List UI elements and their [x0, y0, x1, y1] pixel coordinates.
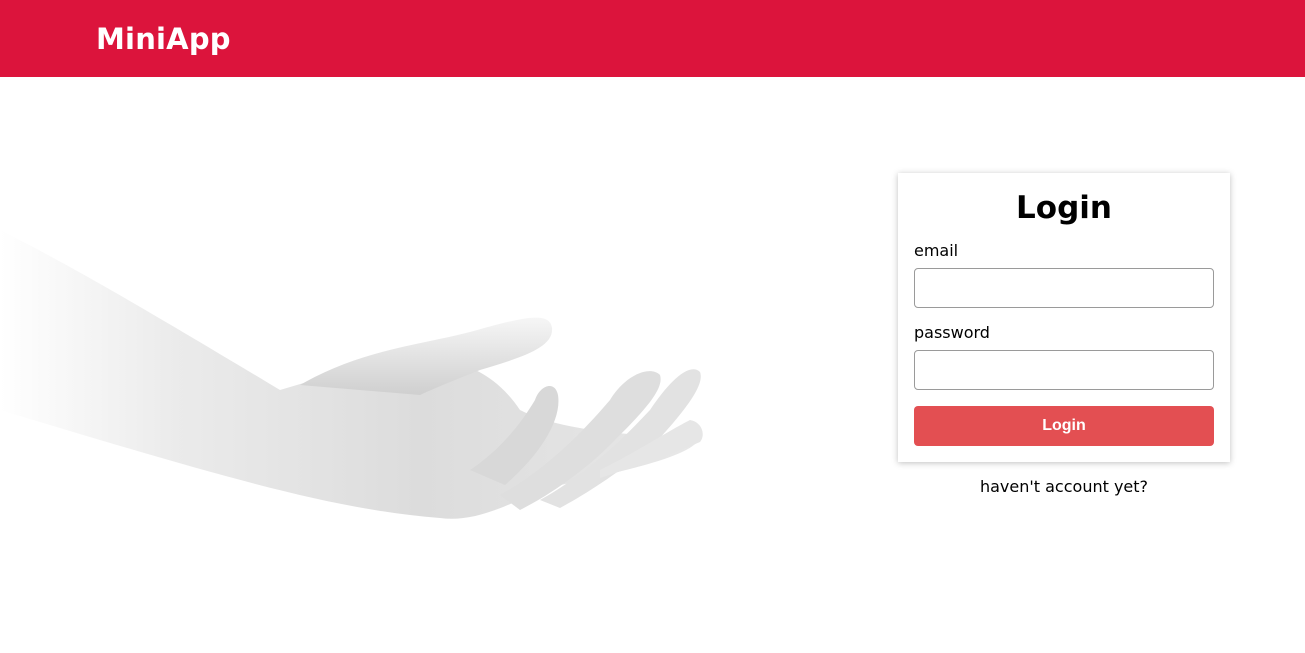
login-button[interactable]: Login [914, 406, 1214, 446]
login-card: Login email password Login [898, 173, 1230, 462]
brand-logo[interactable]: MiniApp [96, 20, 231, 58]
top-navbar: MiniApp [0, 0, 1305, 77]
hand-illustration [0, 230, 703, 519]
password-label: password [914, 323, 990, 342]
login-title: Login [1016, 190, 1112, 226]
email-field[interactable] [914, 268, 1214, 308]
email-label: email [914, 241, 959, 260]
password-field[interactable] [914, 350, 1214, 390]
signup-link[interactable]: haven't account yet? [898, 477, 1230, 497]
